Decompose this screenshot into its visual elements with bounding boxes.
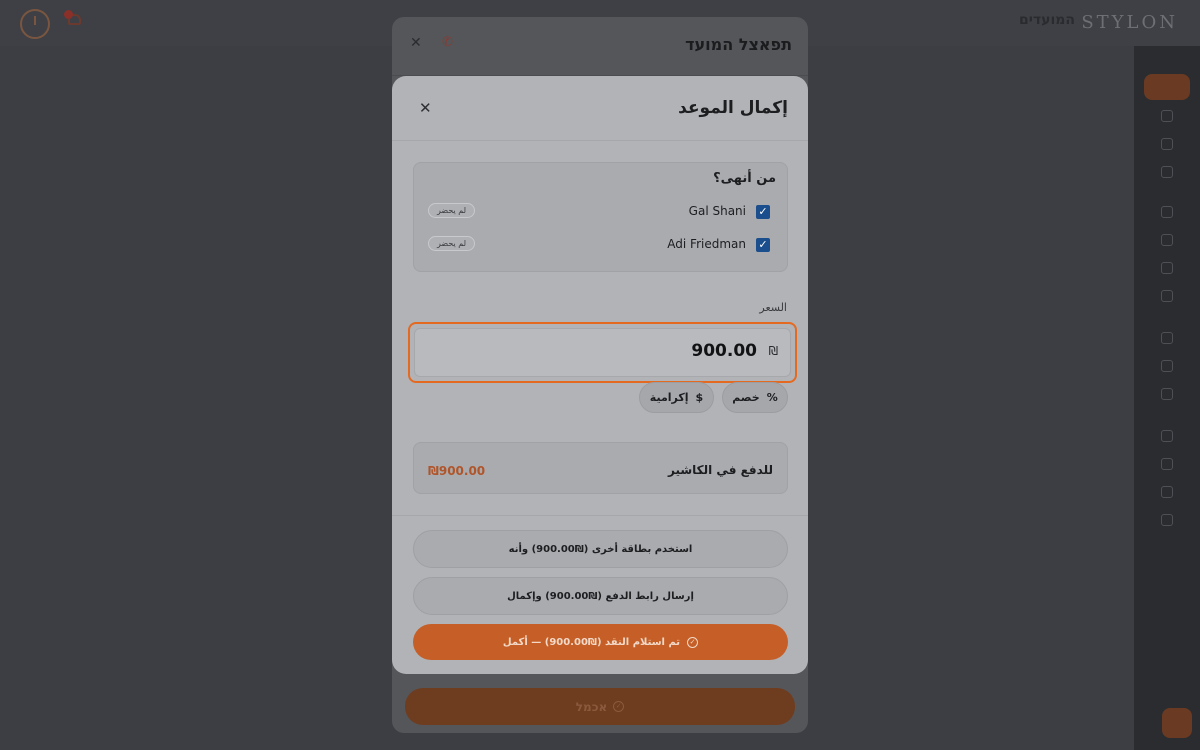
complete-appointment-modal: إكمال الموعد ✕ من أنهى؟ ✓ Gal Shani لم ي…	[392, 76, 808, 674]
complete-button[interactable]: אכמל ✓	[405, 688, 795, 725]
modal-title: إكمال الموعد	[678, 98, 788, 118]
close-icon[interactable]: ✕	[410, 35, 422, 51]
notification-dot	[64, 10, 73, 19]
home-icon[interactable]	[1161, 110, 1173, 122]
cashier-amount: ₪900.00	[428, 464, 486, 478]
grid-icon[interactable]	[1161, 262, 1173, 274]
notification-bell-icon[interactable]	[62, 8, 82, 28]
clock-icon[interactable]	[20, 9, 50, 39]
cashier-label: للدفع في الكاشير	[667, 463, 773, 477]
details-modal-title: תפאצל המועד	[685, 35, 792, 54]
users-icon[interactable]	[1161, 332, 1173, 344]
price-input-box[interactable]: 900.00 ₪	[414, 328, 791, 377]
nav-appointments-link[interactable]: המועדים	[1019, 12, 1075, 28]
tip-label: إكرامية	[649, 391, 689, 404]
who-finished-label: من أنهى؟	[713, 171, 776, 186]
user-icon[interactable]	[1161, 166, 1173, 178]
chat-icon[interactable]	[1161, 388, 1173, 400]
who-finished-card: من أنهى؟ ✓ Gal Shani لم يحضر ✓ Adi Fried…	[413, 162, 788, 272]
layers-icon[interactable]	[1161, 290, 1173, 302]
clock-icon[interactable]	[1161, 206, 1173, 218]
discount-button[interactable]: خصم %	[722, 382, 788, 413]
rocket-icon[interactable]	[1161, 360, 1173, 372]
stats-icon[interactable]	[1161, 138, 1173, 150]
tip-button[interactable]: إكرامية $	[639, 382, 714, 413]
settings-icon[interactable]	[1161, 514, 1173, 526]
complete-button-label: אכמל	[575, 699, 608, 714]
sidebar	[1134, 46, 1200, 750]
no-show-button[interactable]: لم يحضر	[428, 236, 476, 251]
staff-name: Adi Friedman	[667, 237, 746, 251]
sidebar-add-button[interactable]	[1144, 74, 1190, 100]
send-payment-link-label: إرسال رابط الدفع (₪900.00) وإكمال	[507, 590, 694, 602]
modal-header: إكمال الموعد ✕	[392, 76, 808, 141]
sidebar-avatar[interactable]	[1162, 708, 1192, 738]
calendar-icon[interactable]	[1161, 234, 1173, 246]
use-other-card-label: استخدم بطاقة أخرى (₪900.00) وأنه	[508, 543, 693, 555]
cashier-summary-card: للدفع في الكاشير ₪900.00	[413, 442, 788, 494]
staff-row: ✓ Gal Shani لم يحضر	[414, 200, 787, 224]
no-show-button[interactable]: لم يحضر	[428, 203, 476, 218]
cash-received-label: تم استلام النقد (₪900.00) — أكمل	[502, 636, 681, 648]
staff-checkbox[interactable]: ✓	[756, 205, 770, 219]
price-label: السعر	[759, 301, 787, 314]
close-icon[interactable]: ✕	[419, 99, 432, 117]
phone-icon[interactable]: ✆	[442, 35, 453, 50]
check-circle-icon: ✓	[687, 636, 699, 648]
send-payment-link-button[interactable]: إرسال رابط الدفع (₪900.00) وإكمال	[413, 577, 788, 615]
check-circle-icon: ✓	[613, 701, 625, 712]
shekel-icon: ₪	[768, 344, 778, 358]
price-value[interactable]: 900.00	[691, 341, 757, 361]
discount-label: خصم	[732, 391, 760, 404]
help-icon[interactable]	[1161, 486, 1173, 498]
cash-received-button[interactable]: تم استلام النقد (₪900.00) — أكمل ✓	[413, 624, 788, 660]
staff-checkbox[interactable]: ✓	[756, 238, 770, 252]
divider	[392, 515, 808, 516]
price-input[interactable]: 900.00 ₪	[408, 322, 797, 383]
staff-row: ✓ Adi Friedman لم يحضر	[414, 233, 787, 257]
staff-name: Gal Shani	[688, 204, 746, 218]
brand-logo: STYLON	[1081, 12, 1178, 33]
briefcase-icon[interactable]	[1161, 430, 1173, 442]
percent-icon: %	[766, 391, 778, 404]
dollar-icon: $	[695, 391, 704, 404]
use-other-card-button[interactable]: استخدم بطاقة أخرى (₪900.00) وأنه	[413, 530, 788, 568]
image-icon[interactable]	[1161, 458, 1173, 470]
